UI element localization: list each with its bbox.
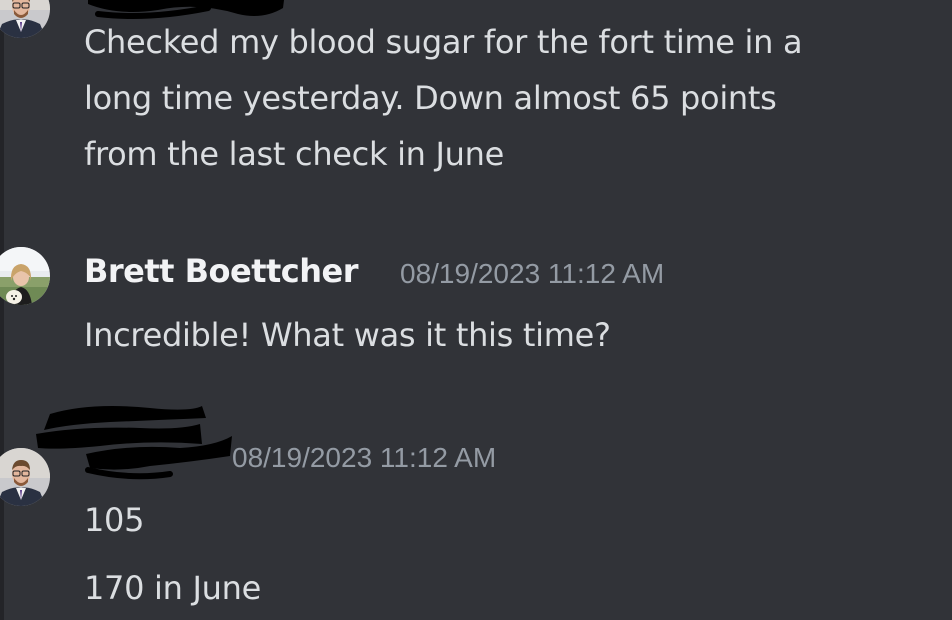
user-avatar-man-suit-icon[interactable] [0,0,50,38]
message-line: Checked my blood sugar for the fort time… [84,23,803,61]
left-edge-strip [0,0,4,620]
message-timestamp: 08/19/2023 11:12 AM [232,442,497,473]
redacted-username [36,406,232,480]
message-line: from the last check in June [84,135,505,173]
message-line: 105 [84,501,145,539]
message-line: 170 in June [84,569,261,607]
message-author[interactable]: Brett Boettcher [84,252,359,290]
message-timestamp: 08/19/2023 11:12 AM [400,258,665,289]
user-avatar-woman-dog-icon[interactable] [0,247,50,305]
message-line: Incredible! What was it this time? [84,316,611,354]
message-line: long time yesterday. Down almost 65 poin… [84,79,777,117]
